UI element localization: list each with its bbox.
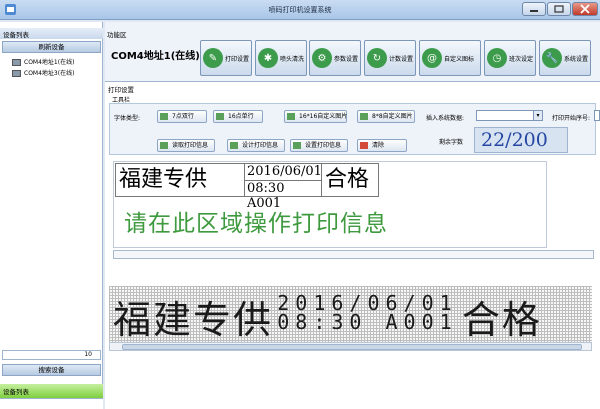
maximize-button[interactable]	[547, 2, 571, 16]
print-editor[interactable]: 福建专供 2016/06/01 08:30 A001 合格 请在此区域操作打印信…	[113, 161, 547, 248]
at-icon: @	[422, 48, 442, 68]
custom-8-image-button[interactable]: 8*8自定义图片	[357, 110, 415, 123]
preview-status: 合格	[461, 298, 542, 342]
design-print-info-button[interactable]: 设计打印信息	[227, 139, 285, 152]
minimize-button[interactable]	[522, 2, 546, 16]
read-print-info-button[interactable]: 读取打印信息	[157, 139, 215, 152]
download-icon	[160, 142, 168, 149]
editor-text-cell[interactable]: 福建专供	[115, 163, 245, 197]
dual-line-7-button[interactable]: 7点双行	[157, 110, 207, 123]
current-device-label: COM4地址1(在线)	[111, 51, 200, 62]
download-icon	[230, 142, 238, 149]
toolbar-header: 工具栏	[112, 97, 131, 104]
remaining-chars-label: 剩余字数	[439, 139, 464, 146]
parameter-settings-button[interactable]: ⚙ 参数设置	[309, 40, 361, 76]
maximize-icon	[554, 5, 564, 13]
search-devices-button[interactable]: 搜索设备	[2, 364, 101, 376]
device-list-footer: 设备列表	[0, 384, 103, 398]
printer-icon	[12, 70, 21, 77]
gear-icon: ⚙	[312, 48, 332, 68]
preview-line2: 08:30 A001	[277, 310, 458, 334]
sparkle-icon: ✱	[258, 48, 278, 68]
system-data-select[interactable]: ▾	[476, 110, 543, 121]
function-area: 功能区 COM4地址1(在线) ✎ 打印设置 ✱ 喷头清洗 ⚙ 参数设置 ↻ 计数设置 …	[105, 22, 600, 82]
arrow-icon	[287, 113, 295, 120]
editor-date-cell[interactable]: 2016/06/01	[244, 163, 322, 181]
clear-button[interactable]: 清除	[357, 139, 407, 152]
clear-icon	[360, 142, 368, 149]
printer-icon	[12, 59, 21, 66]
custom-16-image-button[interactable]: 16*16自定义图片	[284, 110, 347, 123]
download-icon	[293, 142, 301, 149]
device-list-header: 设备列表	[0, 28, 103, 39]
chevron-down-icon: ▾	[533, 111, 542, 120]
print-settings-header: 打印设置	[108, 86, 134, 94]
arrow-icon	[360, 113, 368, 120]
scrollbar-thumb[interactable]	[122, 344, 582, 350]
clock-icon: ◷	[487, 48, 507, 68]
set-print-info-button[interactable]: 设置打印信息	[290, 139, 348, 152]
device-count-spinner[interactable]: 10	[2, 350, 101, 360]
start-index-label: 打印开始序号:	[552, 115, 591, 122]
print-settings-button[interactable]: ✎ 打印设置	[200, 40, 252, 76]
editor-hint: 请在此区域操作打印信息	[124, 211, 388, 237]
arrow-icon	[160, 113, 168, 120]
font-type-label: 字体类型:	[114, 115, 141, 122]
close-icon	[580, 4, 590, 14]
nozzle-clean-button[interactable]: ✱ 喷头清洗	[255, 40, 307, 76]
wrench-icon: 🔧	[542, 48, 562, 68]
insert-system-data-label: 插入系统数据:	[426, 115, 465, 122]
remaining-chars-value: 22/200	[474, 127, 568, 153]
refresh-devices-button[interactable]: 刷新设备	[2, 41, 101, 53]
close-button[interactable]	[572, 2, 598, 16]
start-index-input[interactable]	[594, 110, 600, 121]
editor-input-bar[interactable]	[113, 250, 594, 259]
counter-settings-button[interactable]: ↻ 计数设置	[364, 40, 416, 76]
preview-text-main: 福建专供	[113, 298, 274, 342]
device-item[interactable]: COM4地址1(在线)	[12, 57, 74, 66]
pencil-icon: ✎	[203, 48, 223, 68]
preview-text: 福建专供 2016/06/01 08:30 A001 合格	[113, 289, 542, 344]
system-settings-button[interactable]: 🔧 系统设置	[539, 40, 591, 76]
function-area-header: 功能区	[107, 31, 127, 39]
device-item[interactable]: COM4地址3(在线)	[12, 68, 74, 77]
arrow-icon	[216, 113, 224, 120]
window-title: 喷码打印机设置系统	[268, 6, 332, 14]
title-bar: 喷码打印机设置系统	[0, 0, 600, 20]
print-preview: 福建专供 2016/06/01 08:30 A001 合格	[109, 286, 592, 342]
single-line-16-button[interactable]: 16点单行	[213, 110, 263, 123]
editor-status-cell[interactable]: 合格	[321, 163, 379, 197]
custom-icon-button[interactable]: @ 自定义图标	[419, 40, 481, 76]
minimize-icon	[530, 10, 538, 12]
preview-scrollbar[interactable]	[109, 342, 592, 351]
shift-settings-button[interactable]: ◷ 班次设定	[484, 40, 536, 76]
footer-list	[0, 398, 103, 409]
editor-time-cell[interactable]: 08:30 A001	[244, 180, 322, 211]
counter-icon: ↻	[367, 48, 387, 68]
